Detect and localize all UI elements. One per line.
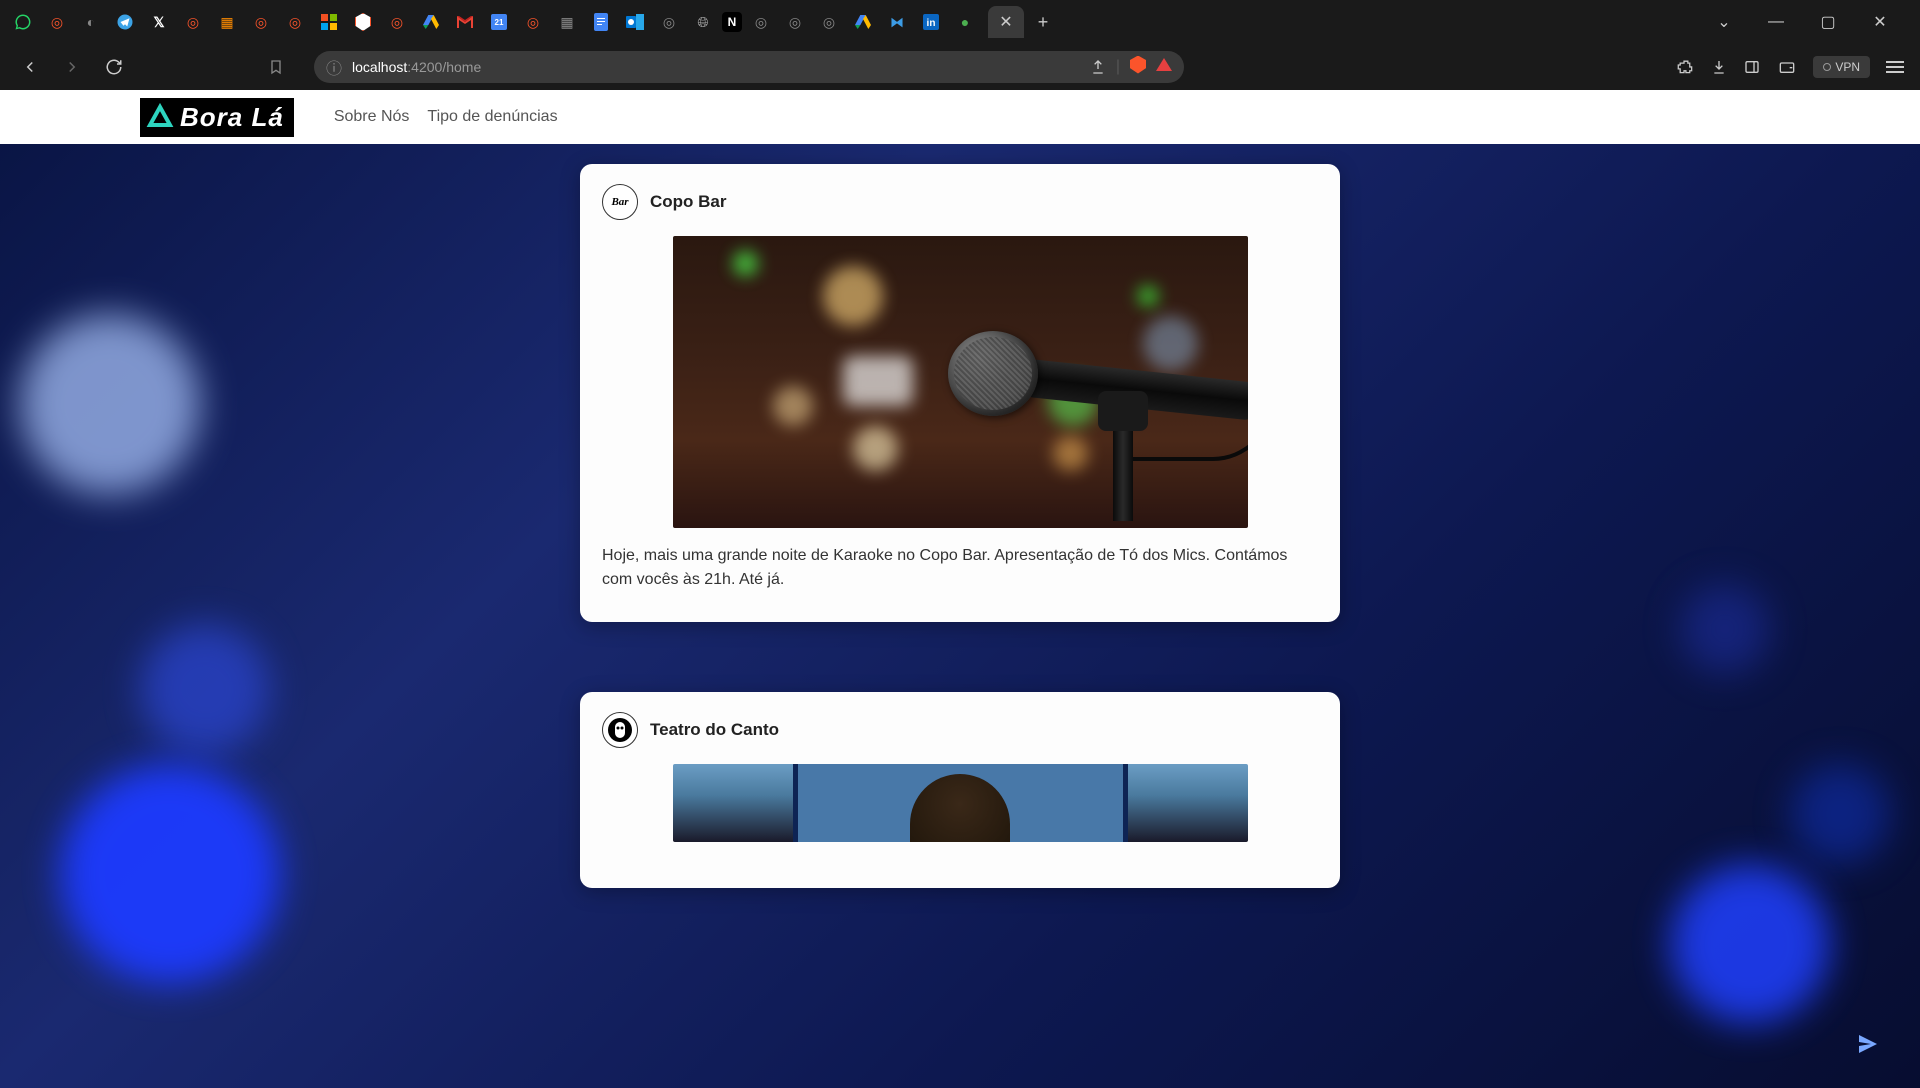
tab-generic-icon-5[interactable]: ◎ [814,7,844,37]
url-path: :4200/home [407,59,481,75]
tab-microsoft-icon[interactable] [314,7,344,37]
card-header: Bar Copo Bar [602,184,1318,220]
svg-text:in: in [927,18,936,29]
tab-claude-icon[interactable]: ▦ [552,7,582,37]
tab-calendar-icon[interactable]: 21 [484,7,514,37]
menu-icon[interactable] [1886,60,1904,74]
tab-gmail-icon[interactable] [450,7,480,37]
close-window-button[interactable]: ✕ [1860,7,1900,37]
tabs-dropdown-icon[interactable]: ⌄ [1704,7,1744,37]
maximize-button[interactable]: ▢ [1808,7,1848,37]
tab-drive-icon-1[interactable] [416,7,446,37]
tab-brave-icon-3[interactable]: ◎ [246,7,276,37]
tab-drive-icon-2[interactable] [848,7,878,37]
tab-brave-icon-4[interactable]: ◎ [280,7,310,37]
tab-whatsapp-icon[interactable] [8,7,38,37]
hero-background: Bar Copo Bar [0,144,1920,1088]
tab-x-icon[interactable]: 𝕏 [144,7,174,37]
tab-gdocs-icon[interactable] [586,7,616,37]
tab-vscode-icon[interactable]: ⧓ [882,7,912,37]
tab-notion-icon[interactable]: N [722,12,742,32]
browser-chrome: ◎ ◐ 𝕏 ◎ ▦ ◎ ◎ ◎ 21 ◎ ▦ ◎ 🌐︎ [0,0,1920,90]
nav-link-sobre[interactable]: Sobre Nós [334,108,410,126]
card-title: Teatro do Canto [650,720,779,740]
floating-action-button[interactable] [1848,1024,1888,1064]
avatar[interactable]: Bar [602,184,638,220]
active-tab[interactable]: ✕ [988,6,1024,38]
sidebar-icon[interactable] [1743,59,1761,75]
url-host: localhost [352,59,407,75]
card-description: Hoje, mais uma grande noite de Karaoke n… [602,544,1318,592]
feed-card: Bar Copo Bar [580,164,1340,622]
extensions-icon[interactable] [1677,58,1695,76]
svg-text:21: 21 [495,18,504,27]
address-bar[interactable]: ⓘ localhost:4200/home | [314,51,1184,83]
avatar-text: Bar [611,196,628,208]
tab-generic-icon-2[interactable]: ◎ [654,7,684,37]
tab-telegram-icon[interactable] [110,7,140,37]
tab-outlook-icon[interactable] [620,7,650,37]
window-controls: ⌄ — ▢ ✕ [1704,7,1912,37]
feed-card: Teatro do Canto [580,692,1340,888]
share-icon[interactable] [1090,59,1106,75]
new-tab-button[interactable]: + [1028,7,1058,37]
tab-brave-icon-6[interactable]: ◎ [518,7,548,37]
tab-brave-icon-5[interactable]: ◎ [382,7,412,37]
tab-generic-icon-4[interactable]: ◎ [780,7,810,37]
tab-orange-icon[interactable]: ▦ [212,7,242,37]
close-tab-icon[interactable]: ✕ [999,12,1012,32]
wallet-icon[interactable] [1777,59,1797,75]
nav-link-denuncias[interactable]: Tipo de denúncias [427,108,557,126]
vpn-label: VPN [1835,60,1860,74]
tab-generic-icon-3[interactable]: ◎ [746,7,776,37]
forward-button[interactable] [58,53,86,81]
card-image [673,764,1248,842]
site-info-icon[interactable]: ⓘ [326,55,342,79]
card-header: Teatro do Canto [602,712,1318,748]
card-image [673,236,1248,528]
nav-links: Sobre Nós Tipo de denúncias [334,108,558,126]
tab-generic-icon-1[interactable]: ◐ [76,7,106,37]
tab-brave-icon-2[interactable]: ◎ [178,7,208,37]
page-content[interactable]: Bora Lá Sobre Nós Tipo de denúncias Bar … [0,90,1920,1088]
vpn-badge[interactable]: VPN [1813,56,1870,78]
brave-shield-icon[interactable] [1130,56,1146,79]
bookmark-button[interactable] [262,53,290,81]
card-title: Copo Bar [650,192,727,212]
avatar[interactable] [602,712,638,748]
tab-globe-icon[interactable]: 🌐︎ [688,7,718,37]
reload-button[interactable] [100,53,128,81]
tab-brave-browser-icon[interactable] [348,7,378,37]
app-logo[interactable]: Bora Lá [140,98,294,137]
tab-linkedin-icon[interactable]: in [916,7,946,37]
minimize-button[interactable]: — [1756,7,1796,37]
logo-icon [146,103,174,131]
url-text: localhost:4200/home [352,59,1080,75]
app-navbar: Bora Lá Sobre Nós Tipo de denúncias [0,90,1920,144]
logo-text: Bora Lá [180,102,284,133]
downloads-icon[interactable] [1711,58,1727,76]
tab-brave-icon-1[interactable]: ◎ [42,7,72,37]
tab-green-icon[interactable]: ● [950,7,980,37]
url-bar: ⓘ localhost:4200/home | [0,44,1920,90]
toolbar-right: VPN [1677,56,1904,78]
brave-wallet-icon[interactable] [1156,58,1172,76]
tab-bar: ◎ ◐ 𝕏 ◎ ▦ ◎ ◎ ◎ 21 ◎ ▦ ◎ 🌐︎ [0,0,1920,44]
back-button[interactable] [16,53,44,81]
